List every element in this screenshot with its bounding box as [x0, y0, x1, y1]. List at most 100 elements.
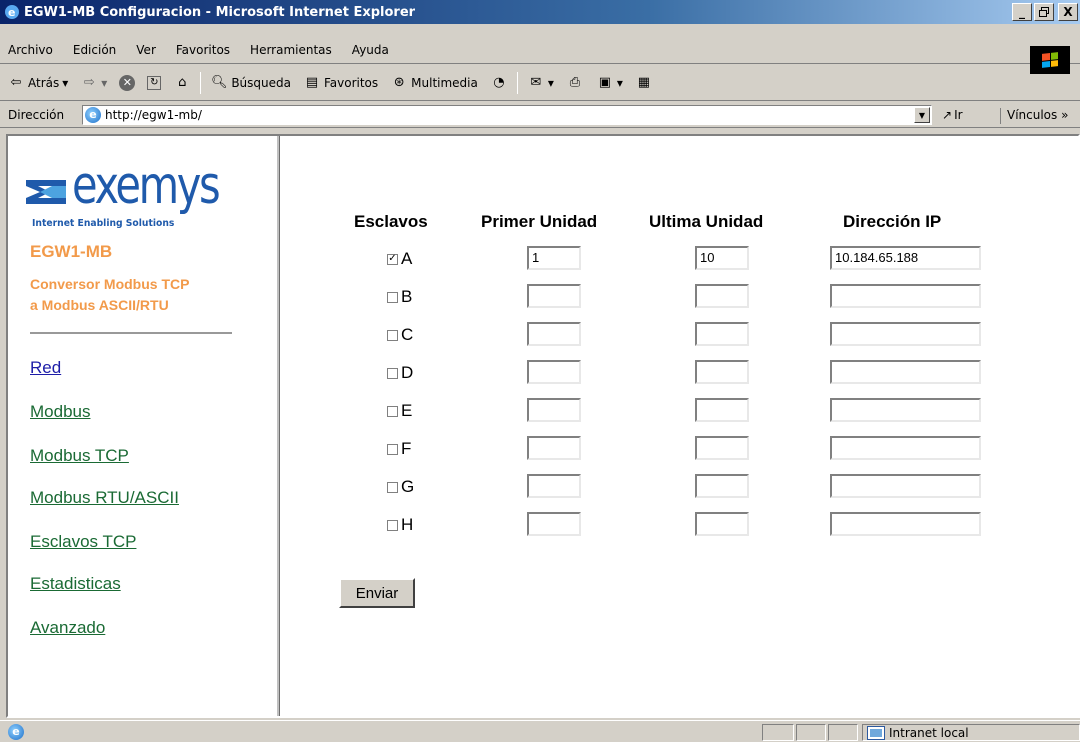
menu-item-5[interactable]: Ayuda [352, 43, 399, 57]
slave-checkbox[interactable]: B [387, 287, 412, 307]
first-unit-input[interactable] [527, 360, 581, 384]
slave-checkbox[interactable]: H [387, 515, 413, 535]
checkbox-icon[interactable] [387, 367, 398, 379]
last-unit-input[interactable] [695, 322, 749, 346]
favorites-icon: ▤ [305, 74, 319, 90]
slave-checkbox[interactable]: C [387, 325, 413, 345]
sidebar-link-6[interactable]: Avanzado [30, 618, 105, 638]
slave-checkbox[interactable]: E [387, 401, 412, 421]
sidebar-link-0[interactable]: Red [30, 358, 61, 378]
first-unit-input[interactable]: 1 [527, 246, 581, 270]
last-unit-input[interactable] [695, 512, 749, 536]
slave-label: H [401, 515, 414, 534]
sidebar-link-5[interactable]: Estadisticas [30, 574, 121, 594]
last-unit-input[interactable] [695, 436, 749, 460]
menu-item-2[interactable]: Ver [136, 43, 166, 57]
back-button[interactable]: ⇦ Atrás ▾ [4, 72, 71, 94]
sidebar-link-4[interactable]: Esclavos TCP [30, 532, 136, 552]
address-input[interactable]: e http://egw1-mb/ [82, 105, 932, 125]
first-unit-input[interactable] [527, 474, 581, 498]
maximize-button[interactable] [1034, 3, 1054, 21]
slave-label: A [401, 249, 413, 268]
header-ip: Dirección IP [843, 212, 942, 231]
menu-item-3[interactable]: Favoritos [176, 43, 240, 57]
ip-address-input[interactable]: 10.184.65.188 [830, 246, 981, 270]
toolbar-separator [516, 71, 518, 94]
ip-address-input[interactable] [830, 398, 981, 422]
first-unit-input[interactable] [527, 322, 581, 346]
edit-dropdown-icon[interactable]: ▾ [617, 76, 623, 90]
mail-dropdown-icon[interactable]: ▾ [548, 76, 554, 90]
last-unit-input[interactable] [695, 360, 749, 384]
header-last-unit: Ultima Unidad [649, 212, 764, 231]
slave-label: G [401, 477, 415, 496]
stop-button[interactable]: ✕ [116, 73, 138, 93]
checkbox-icon[interactable] [387, 481, 398, 493]
slave-checkbox[interactable]: ✓ A [387, 249, 412, 269]
refresh-button[interactable]: ↻ [144, 74, 164, 92]
forward-dropdown-icon[interactable]: ▾ [101, 76, 107, 90]
checkbox-icon[interactable] [387, 443, 398, 455]
menu-item-4[interactable]: Herramientas [250, 43, 342, 57]
links-toolbar[interactable]: Vínculos » [1000, 108, 1068, 124]
favorites-button[interactable]: ▤ Favoritos [300, 72, 381, 94]
sidebar-divider [30, 332, 232, 334]
main-form: Esclavos Primer Unidad Ultima Unidad Dir… [283, 136, 1078, 716]
sidebar-link-1[interactable]: Modbus [30, 402, 90, 422]
address-url[interactable]: http://egw1-mb/ [105, 108, 202, 122]
intranet-icon [867, 725, 885, 740]
menu-item-1[interactable]: Edición [73, 43, 126, 57]
forward-button[interactable]: ⇨ ▾ [77, 72, 110, 94]
ip-address-input[interactable] [830, 474, 981, 498]
close-button[interactable]: X [1058, 3, 1078, 21]
back-dropdown-icon[interactable]: ▾ [62, 76, 68, 90]
status-page-icon: e [8, 724, 24, 740]
last-unit-input[interactable] [695, 474, 749, 498]
slave-checkbox[interactable]: F [387, 439, 411, 459]
edit-button[interactable]: ▣ ▾ [593, 72, 626, 94]
window-title-bar[interactable]: e EGW1-MB Configuracion - Microsoft Inte… [0, 0, 1080, 24]
search-button[interactable]: 🔍︎ Búsqueda [207, 72, 294, 94]
minimize-button[interactable]: _ [1012, 3, 1032, 21]
restore-icon [1039, 7, 1049, 17]
checkbox-icon[interactable] [387, 291, 398, 303]
last-unit-input[interactable] [695, 398, 749, 422]
first-unit-input[interactable] [527, 398, 581, 422]
history-button[interactable]: ◔ [487, 72, 511, 94]
last-unit-input[interactable]: 10 [695, 246, 749, 270]
stop-icon: ✕ [119, 74, 136, 91]
sidebar-link-3[interactable]: Modbus RTU/ASCII [30, 488, 179, 508]
status-cell [828, 724, 858, 741]
slave-checkbox[interactable]: G [387, 477, 414, 497]
address-dropdown-button[interactable]: ▼ [914, 107, 930, 123]
ip-address-input[interactable] [830, 284, 981, 308]
submit-button[interactable]: Enviar [339, 578, 415, 608]
print-button[interactable]: ⎙ [563, 72, 587, 94]
edit-icon: ▣ [598, 74, 612, 90]
sidebar-link-2[interactable]: Modbus TCP [30, 446, 129, 466]
checkbox-icon[interactable] [387, 405, 398, 417]
discuss-button[interactable]: ▦ [632, 72, 656, 94]
checkbox-checked-icon[interactable]: ✓ [387, 253, 398, 265]
first-unit-input[interactable] [527, 512, 581, 536]
logo-mark-icon [26, 180, 66, 204]
first-unit-input[interactable] [527, 436, 581, 460]
slave-checkbox[interactable]: D [387, 363, 413, 383]
menu-item-0[interactable]: Archivo [8, 43, 63, 57]
slave-row: D [283, 360, 1078, 388]
checkbox-icon[interactable] [387, 519, 398, 531]
home-button[interactable]: ⌂ [170, 72, 194, 94]
first-unit-input[interactable] [527, 284, 581, 308]
media-icon: ⊛ [393, 74, 405, 90]
ip-address-input[interactable] [830, 436, 981, 460]
toolbar: ⇦ Atrás ▾ ⇨ ▾ ✕ ↻ ⌂ 🔍︎ Búsqueda ▤ Favori… [0, 65, 1080, 101]
print-icon: ⎙ [569, 74, 581, 90]
go-button[interactable]: ↗ Ir [942, 108, 963, 122]
checkbox-icon[interactable] [387, 329, 398, 341]
mail-button[interactable]: ✉ ▾ [524, 72, 557, 94]
ip-address-input[interactable] [830, 322, 981, 346]
media-button[interactable]: ⊛ Multimedia [387, 72, 481, 94]
ip-address-input[interactable] [830, 512, 981, 536]
last-unit-input[interactable] [695, 284, 749, 308]
ip-address-input[interactable] [830, 360, 981, 384]
